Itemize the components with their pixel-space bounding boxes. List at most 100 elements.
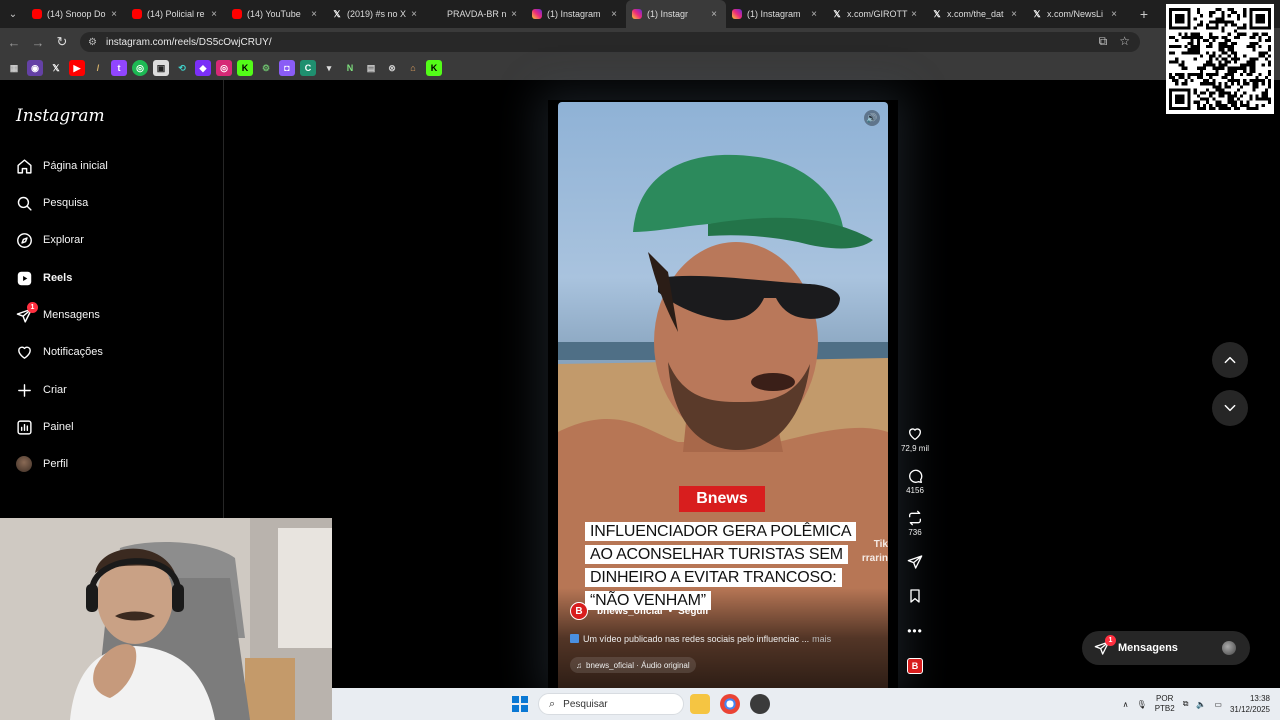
site-info-icon[interactable]: ⚙ — [88, 37, 100, 48]
bookmark-icon[interactable]: ▤ — [363, 60, 379, 76]
sidebar-item-label: Painel — [43, 421, 74, 433]
bookmark-icon[interactable]: ◘ — [279, 60, 295, 76]
save-button[interactable] — [896, 588, 934, 604]
close-tab-icon[interactable]: × — [908, 9, 920, 20]
reload-button[interactable]: ↻ — [50, 30, 74, 54]
browser-tab[interactable]: 𝕏 (2019) #s no X × — [326, 0, 426, 28]
sidebar-item-dashboard[interactable]: Painel — [15, 413, 74, 441]
bookmark-icon[interactable]: ⚙ — [258, 60, 274, 76]
sidebar-item-label: Perfil — [43, 458, 69, 470]
bookmark-icon[interactable]: ▣ — [153, 60, 169, 76]
audio-thumbnail[interactable]: B — [896, 658, 934, 674]
x-icon[interactable]: 𝕏 — [48, 60, 64, 76]
instagram-logo[interactable]: Instagram — [16, 106, 105, 126]
browser-tab[interactable]: (1) Instagram × — [526, 0, 626, 28]
battery-icon[interactable]: ▭ — [1214, 700, 1222, 709]
close-tab-icon[interactable]: × — [408, 9, 420, 20]
windows-taskbar: ⌕ Pesquisar ∧ 🎙 POR PTB2 ⧉ 🔈 ▭ 13:38 31/… — [332, 688, 1280, 720]
clock[interactable]: 13:38 31/12/2025 — [1230, 693, 1270, 715]
bookmark-icon[interactable]: ⟲ — [174, 60, 190, 76]
more-options-button[interactable]: ••• — [896, 624, 934, 638]
previous-reel-button[interactable] — [1212, 342, 1248, 378]
volume-icon[interactable]: 🔈 — [1196, 700, 1206, 709]
sidebar-item-notifications[interactable]: Notificações — [15, 338, 103, 366]
language-indicator[interactable]: POR PTB2 — [1155, 694, 1175, 714]
comment-button[interactable]: 4156 — [896, 468, 934, 495]
twitch-icon[interactable]: t — [111, 60, 127, 76]
youtube-icon[interactable]: ▶ — [69, 60, 85, 76]
browser-tab[interactable]: (1) Instagram × — [726, 0, 826, 28]
kick-icon[interactable]: K — [426, 60, 442, 76]
bookmark-icon[interactable]: N — [342, 60, 358, 76]
taskbar-search-placeholder: Pesquisar — [563, 698, 608, 710]
sidebar-item-create[interactable]: Criar — [15, 376, 67, 404]
sidebar-item-home[interactable]: Página inicial — [15, 152, 108, 180]
url-text: instagram.com/reels/DS5cOwjCRUY/ — [106, 36, 272, 48]
bookmark-icon[interactable]: ◆ — [195, 60, 211, 76]
close-tab-icon[interactable]: × — [708, 9, 720, 20]
like-button[interactable]: 72,9 mil — [896, 426, 934, 453]
bookmark-icon[interactable]: / — [90, 60, 106, 76]
close-tab-icon[interactable]: × — [1108, 9, 1120, 20]
bookmark-icon[interactable]: ◉ — [27, 60, 43, 76]
browser-tab[interactable]: (14) Snoop Do × — [26, 0, 126, 28]
browser-tab[interactable]: (1) Instagr × — [626, 0, 726, 28]
author-name[interactable]: bnews_oficial — [597, 606, 663, 617]
close-tab-icon[interactable]: × — [308, 9, 320, 20]
sidebar-item-reels[interactable]: Reels — [15, 264, 72, 292]
tab-search-icon[interactable]: ⌄ — [0, 0, 26, 28]
back-button[interactable]: ← — [2, 30, 26, 54]
audio-track[interactable]: ♫ bnews_oficial · Áudio original — [570, 657, 696, 673]
bookmark-icon[interactable]: ▾ — [321, 60, 337, 76]
browser-tab[interactable]: (14) Policial re × — [126, 0, 226, 28]
bookmark-icon[interactable]: ⊗ — [384, 60, 400, 76]
next-reel-button[interactable] — [1212, 390, 1248, 426]
close-tab-icon[interactable]: × — [608, 9, 620, 20]
browser-tab[interactable]: 𝕏x.com/the_dat × — [926, 0, 1026, 28]
sidebar-item-profile[interactable]: Perfil — [15, 450, 68, 478]
forward-button[interactable]: → — [26, 30, 50, 54]
microphone-icon[interactable]: 🎙 — [1137, 700, 1147, 709]
browser-tab[interactable]: PRAVDA-BR n × — [426, 0, 526, 28]
address-bar[interactable]: ⚙ instagram.com/reels/DS5cOwjCRUY/ ⧉ ☆ — [80, 32, 1140, 52]
share-button[interactable] — [896, 554, 934, 570]
browser-tab[interactable]: 𝕏x.com/NewsLi × — [1026, 0, 1126, 28]
tab-title: (1) Instagram — [547, 9, 601, 19]
sidebar-item-explore[interactable]: Explorar — [15, 226, 84, 254]
bookmark-star-icon[interactable]: ☆ — [1119, 34, 1130, 49]
repost-button[interactable]: 736 — [896, 510, 934, 537]
sidebar-item-messages[interactable]: 1 Mensagens — [15, 301, 100, 329]
bookmark-icon[interactable]: C — [300, 60, 316, 76]
author-avatar[interactable]: B — [570, 602, 588, 620]
taskbar-search[interactable]: ⌕ Pesquisar — [538, 693, 684, 715]
sound-toggle-button[interactable]: 🔊 — [864, 110, 880, 126]
messages-pill[interactable]: 1 Mensagens — [1082, 631, 1250, 665]
sidebar-item-search[interactable]: Pesquisa — [15, 189, 88, 217]
windows-start-button[interactable] — [512, 696, 528, 712]
new-tab-button[interactable]: + — [1134, 6, 1154, 22]
reel-video[interactable]: 🔊 Bnews INFLUENCIADOR GERA POLÊMICA AO A… — [558, 102, 888, 688]
chevron-up-icon[interactable]: ∧ — [1123, 700, 1129, 709]
close-tab-icon[interactable]: × — [508, 9, 520, 20]
more-link[interactable]: mais — [812, 634, 831, 644]
install-app-icon[interactable]: ⧉ — [1099, 34, 1108, 49]
chrome-icon[interactable] — [720, 694, 740, 714]
kick-icon[interactable]: K — [237, 60, 253, 76]
close-tab-icon[interactable]: × — [108, 9, 120, 20]
file-explorer-icon[interactable] — [690, 694, 710, 714]
instagram-icon[interactable]: ◎ — [216, 60, 232, 76]
follow-button[interactable]: Seguir — [678, 606, 709, 617]
bookmark-icon[interactable]: ⌂ — [405, 60, 421, 76]
close-tab-icon[interactable]: × — [808, 9, 820, 20]
bookmark-icon[interactable]: ◎ — [132, 60, 148, 76]
browser-tab[interactable]: 𝕏x.com/GIROTT × — [826, 0, 926, 28]
close-tab-icon[interactable]: × — [208, 9, 220, 20]
network-icon[interactable]: ⧉ — [1183, 699, 1189, 709]
app-icon[interactable] — [750, 694, 770, 714]
close-tab-icon[interactable]: × — [1008, 9, 1020, 20]
instagram-icon — [532, 9, 542, 19]
repost-icon — [909, 510, 921, 526]
youtube-icon — [132, 9, 142, 19]
apps-grid-icon[interactable]: ▦ — [6, 60, 22, 76]
browser-tab[interactable]: (14) YouTube × — [226, 0, 326, 28]
